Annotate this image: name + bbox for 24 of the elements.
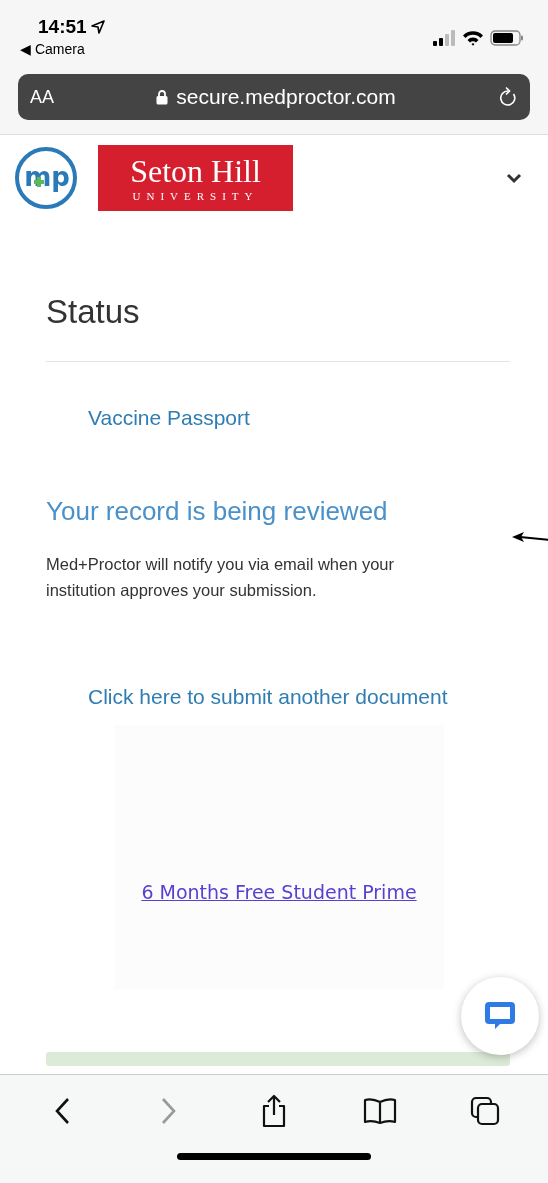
text-size-button[interactable]: AA (30, 86, 54, 108)
wifi-icon (462, 30, 484, 46)
university-logo: Seton Hill UNIVERSITY (98, 145, 293, 211)
reload-icon[interactable] (498, 86, 518, 108)
chevron-down-icon[interactable] (506, 172, 522, 184)
status-heading: Your record is being reviewed (46, 496, 389, 527)
book-icon (362, 1097, 397, 1125)
submit-document-link[interactable]: Click here to submit another document (88, 685, 510, 709)
vaccine-passport-link[interactable]: Vaccine Passport (88, 406, 510, 430)
lock-icon (156, 89, 169, 105)
address-bar[interactable]: AA secure.medproctor.com (18, 74, 530, 120)
location-arrow-icon (90, 20, 105, 34)
share-icon (260, 1094, 288, 1128)
clock-time: 14:51 (38, 16, 87, 38)
tabs-icon (470, 1096, 501, 1126)
battery-icon (490, 30, 524, 46)
annotation-arrow (510, 531, 548, 545)
back-to-app-link[interactable]: ◀ Camera (20, 41, 105, 57)
notification-message: Med+Proctor will notify you via email when your institution approves your submission. (46, 554, 396, 601)
url-text: secure.medproctor.com (176, 85, 396, 109)
page-title: Status (46, 293, 141, 331)
signal-icon (432, 30, 456, 46)
promo-link[interactable]: 6 Months Free Student Prime (141, 880, 417, 903)
chat-button[interactable] (461, 977, 539, 1055)
